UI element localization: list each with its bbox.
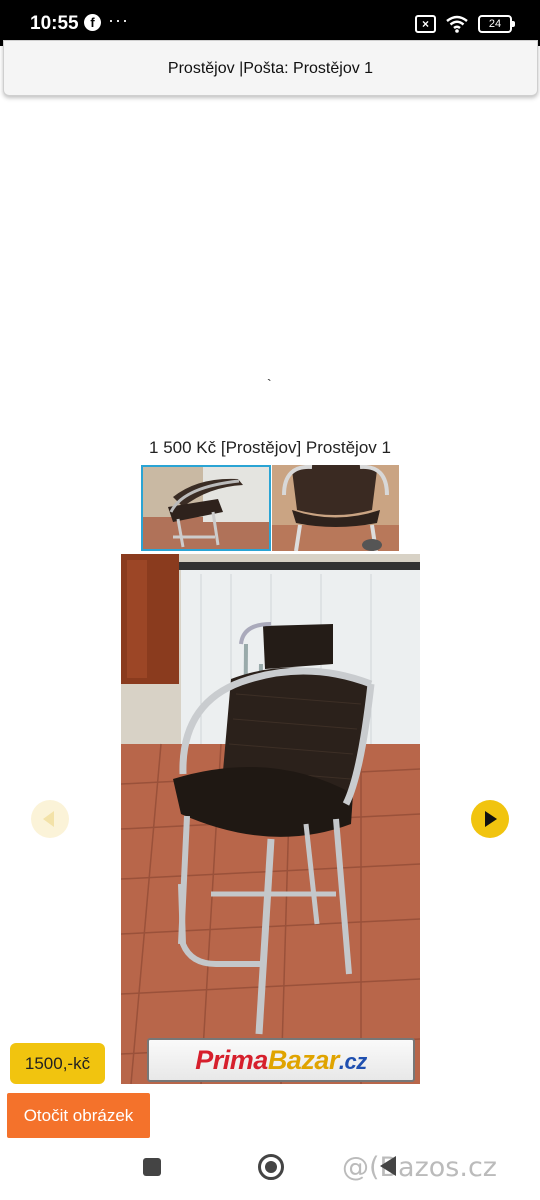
sim-off-icon: × bbox=[415, 15, 436, 33]
main-listing-photo[interactable]: PrimaBazar.cz bbox=[121, 554, 420, 1084]
more-notifications-icon: ··· bbox=[108, 10, 129, 30]
arrow-right-icon bbox=[485, 811, 497, 827]
price-badge: 1500,-kč bbox=[10, 1043, 105, 1084]
listing-price-line: 1 500 Kč [Prostějov] Prostějov 1 bbox=[149, 438, 391, 457]
home-icon[interactable] bbox=[258, 1154, 284, 1180]
primabazar-watermark: PrimaBazar.cz bbox=[147, 1038, 415, 1082]
thumbnail-2[interactable] bbox=[272, 465, 399, 551]
thumbnail-1[interactable] bbox=[141, 465, 271, 551]
facebook-icon: f bbox=[84, 14, 101, 31]
next-image-button[interactable] bbox=[471, 800, 509, 838]
system-navigation-bar: @(Bazos.cz bbox=[0, 1140, 540, 1200]
recent-apps-icon[interactable] bbox=[143, 1158, 161, 1176]
arrow-left-icon bbox=[43, 811, 54, 827]
chair-thumbnail-image bbox=[143, 467, 269, 549]
rotate-image-button[interactable]: Otočit obrázek bbox=[7, 1093, 150, 1138]
stray-mark: ` bbox=[267, 376, 272, 392]
back-icon[interactable] bbox=[378, 1154, 398, 1178]
battery-icon: 24 bbox=[478, 15, 515, 33]
location-header: Prostějov |Pošta: Prostějov 1 bbox=[3, 40, 538, 96]
previous-image-button[interactable] bbox=[31, 800, 69, 838]
wifi-icon bbox=[446, 15, 468, 33]
status-time: 10:55 bbox=[30, 13, 79, 34]
bar-chair-photo: PrimaBazar.cz bbox=[121, 554, 420, 1084]
status-icons: × 24 bbox=[415, 13, 515, 35]
location-text: Prostějov |Pošta: Prostějov 1 bbox=[167, 60, 374, 77]
bazos-watermark: @(Bazos.cz bbox=[342, 1152, 497, 1183]
chair-thumbnail-image bbox=[272, 465, 399, 551]
